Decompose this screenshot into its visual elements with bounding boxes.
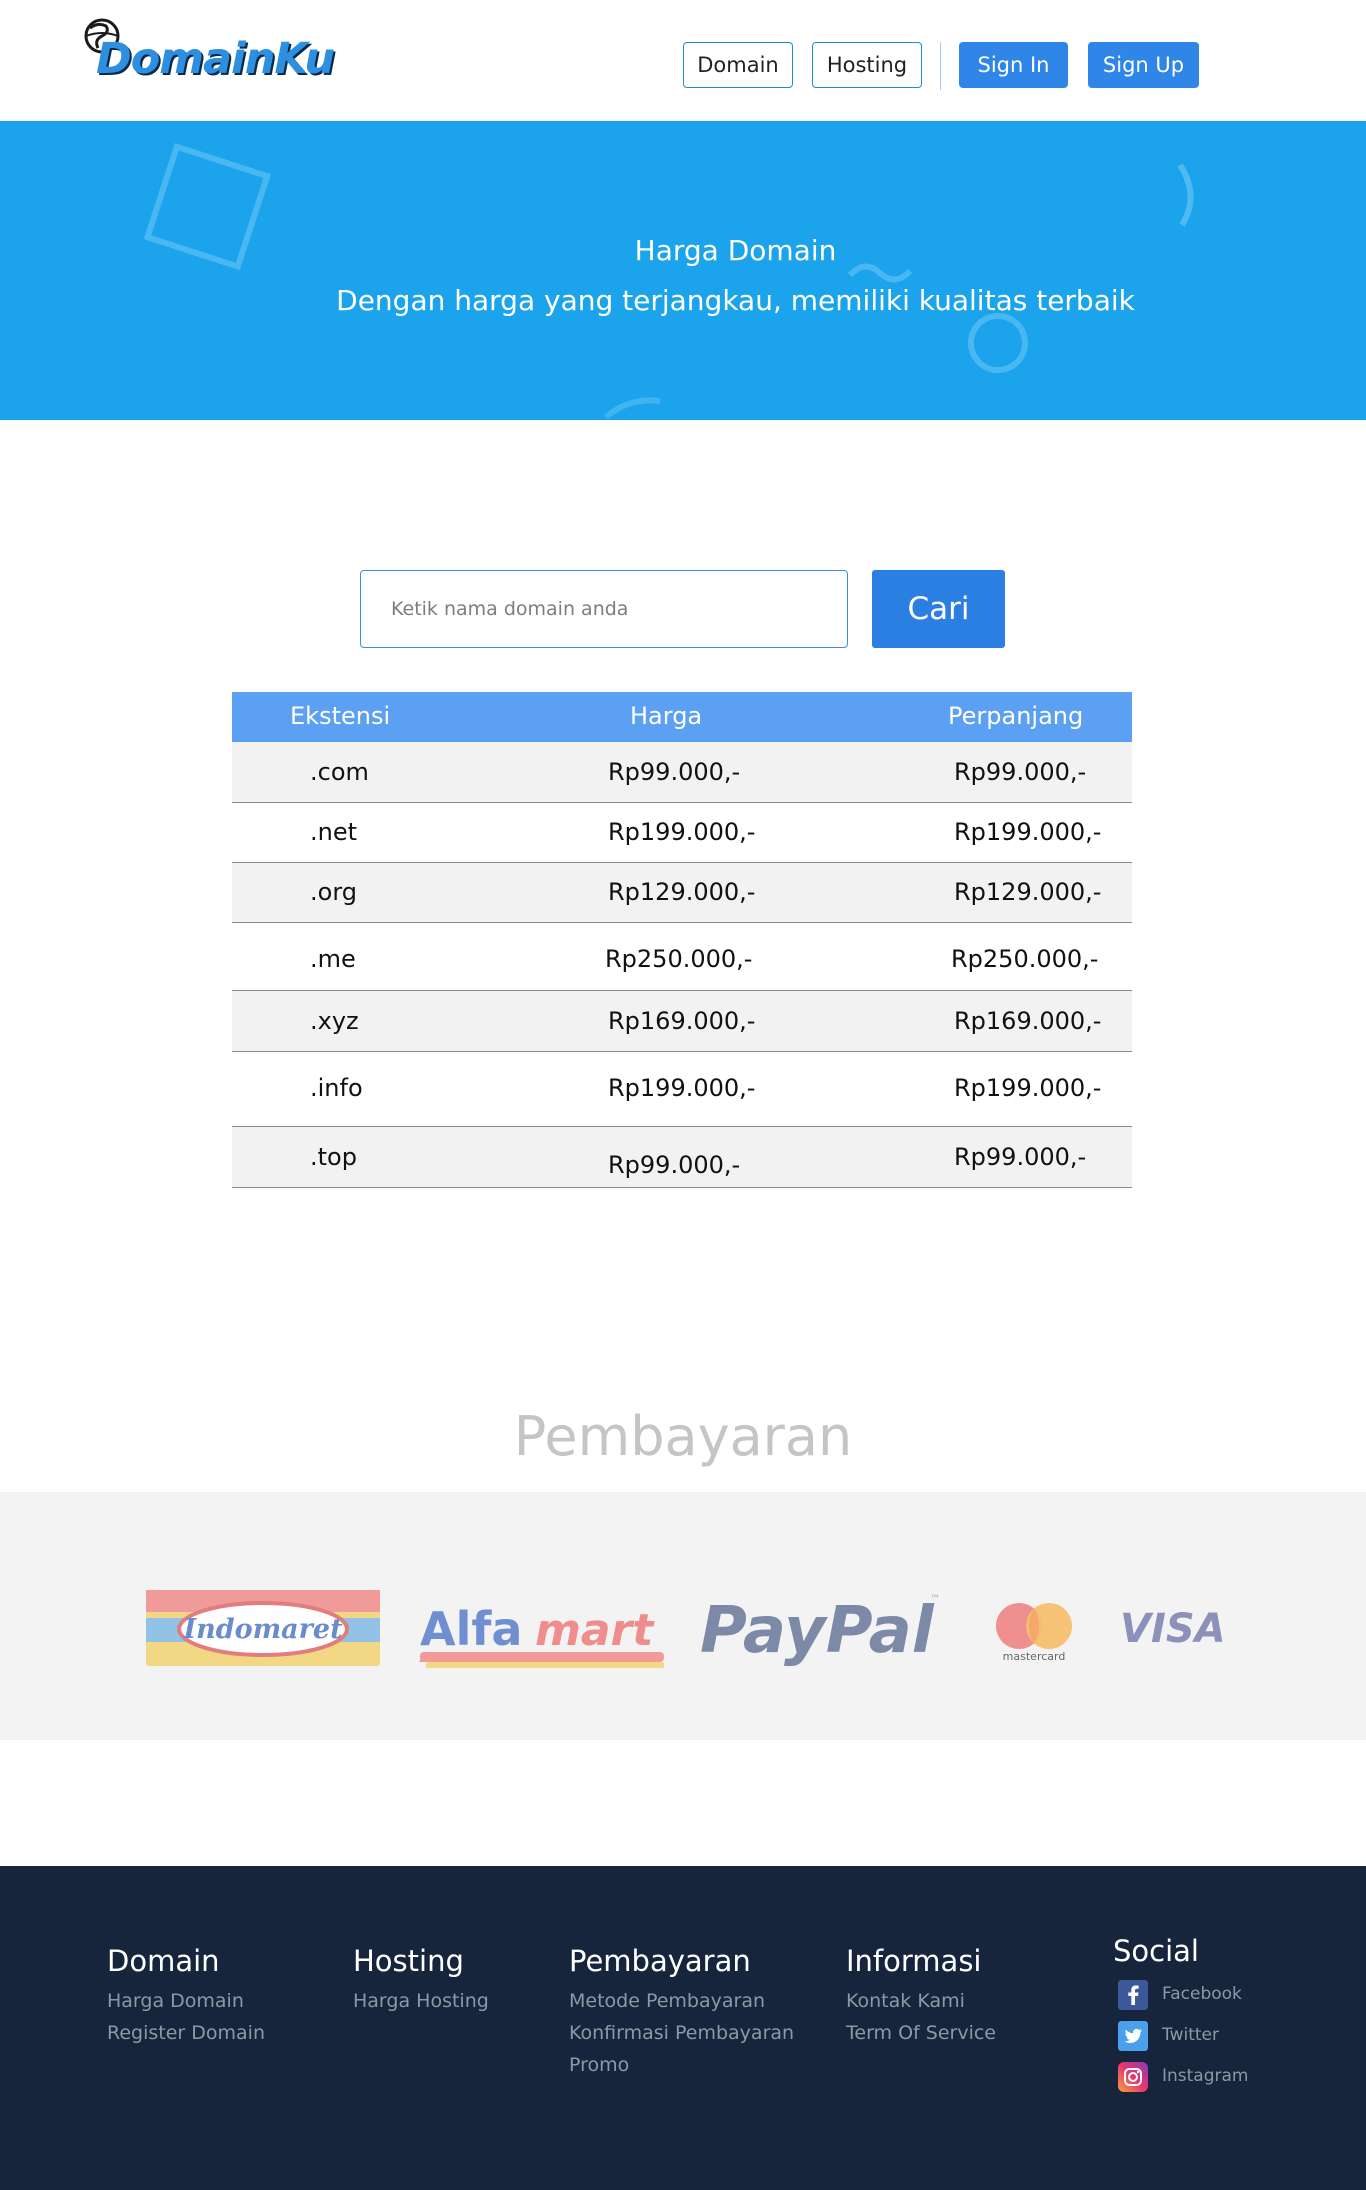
footer-link-harga-domain[interactable]: Harga Domain [107,1990,244,2012]
row-ext: .xyz [310,1007,359,1035]
table-row: .top Rp99.000,- Rp99.000,- [232,1127,1132,1188]
row-ext: .net [310,818,358,846]
mastercard-logo: mastercard [996,1603,1072,1663]
table-row: .net Rp199.000,- Rp199.000,- [232,803,1132,863]
row-renew: Rp129.000,- [954,878,1102,906]
instagram-icon [1118,2062,1148,2092]
payment-logos-band: Indomaret Alfa mart PayPal ™ mastercard … [0,1492,1366,1740]
hero-banner: Harga Domain Dengan harga yang terjangka… [0,121,1366,420]
row-price: Rp169.000,- [608,1007,756,1035]
alfamart-logo: Alfa mart [419,1602,664,1668]
header-ekstensi: Ekstensi [290,702,391,730]
site-logo[interactable]: DomainKu [80,14,340,94]
sign-up-button[interactable]: Sign Up [1088,42,1199,88]
row-renew: Rp250.000,- [951,945,1099,973]
footer-link-konfirmasi-pembayaran[interactable]: Konfirmasi Pembayaran [569,2022,794,2044]
nav-domain-button[interactable]: Domain [683,42,793,88]
footer-link-instagram[interactable]: Instagram [1162,2066,1249,2086]
footer-hosting-title: Hosting [353,1944,464,1978]
visa-logo: VISA [1120,1606,1226,1652]
row-renew: Rp169.000,- [954,1007,1102,1035]
footer-social-title: Social [1113,1934,1199,1968]
row-price: Rp199.000,- [608,1074,756,1102]
row-renew: Rp99.000,- [954,1143,1087,1171]
footer-link-harga-hosting[interactable]: Harga Hosting [353,1990,489,2012]
row-ext: .me [310,945,356,973]
row-price: Rp250.000,- [605,945,753,973]
footer-domain-title: Domain [107,1944,220,1978]
indomaret-logo: Indomaret [146,1590,380,1666]
domain-search-input[interactable] [360,570,848,648]
domain-price-table: Ekstensi Harga Perpanjang .com Rp99.000,… [232,692,1132,1188]
row-ext: .info [310,1074,363,1102]
row-renew: Rp199.000,- [954,1074,1102,1102]
row-price: Rp99.000,- [608,1151,741,1179]
row-renew: Rp99.000,- [954,758,1087,786]
footer-link-promo[interactable]: Promo [569,2054,629,2076]
payment-title: Pembayaran [513,1405,853,1468]
table-header: Ekstensi Harga Perpanjang [232,692,1132,742]
row-renew: Rp199.000,- [954,818,1102,846]
row-ext: .top [310,1143,357,1171]
hero-title: Harga Domain [634,234,837,267]
hero-decoration [143,142,1194,420]
row-ext: .com [310,758,369,786]
table-row: .me Rp250.000,- Rp250.000,- [232,923,1132,991]
footer-link-metode-pembayaran[interactable]: Metode Pembayaran [569,1990,765,2012]
svg-text:Alfa: Alfa [420,1602,522,1656]
footer-link-twitter[interactable]: Twitter [1162,2025,1219,2045]
svg-text:mastercard: mastercard [1003,1650,1066,1663]
logo-text: DomainKu [96,34,335,84]
table-row: .xyz Rp169.000,- Rp169.000,- [232,991,1132,1052]
footer-informasi-title: Informasi [846,1944,982,1978]
svg-text:™: ™ [930,1594,940,1605]
search-button[interactable]: Cari [872,570,1005,648]
header-harga: Harga [630,702,703,730]
row-price: Rp199.000,- [608,818,756,846]
table-row: .info Rp199.000,- Rp199.000,- [232,1052,1132,1127]
table-row: .com Rp99.000,- Rp99.000,- [232,742,1132,803]
svg-text:PayPal: PayPal [700,1594,935,1668]
footer-link-facebook[interactable]: Facebook [1162,1984,1242,2004]
nav-hosting-button[interactable]: Hosting [812,42,922,88]
row-price: Rp129.000,- [608,878,756,906]
svg-text:mart: mart [535,1605,655,1656]
site-header: DomainKu Domain Hosting Sign In Sign Up [0,0,1366,121]
footer-link-register-domain[interactable]: Register Domain [107,2022,265,2044]
header-perpanjang: Perpanjang [948,702,1084,730]
hero-subtitle: Dengan harga yang terjangkau, memiliki k… [336,284,1135,317]
facebook-icon [1118,1980,1148,2010]
row-ext: .org [310,878,357,906]
footer-pembayaran-title: Pembayaran [569,1944,751,1978]
twitter-icon [1118,2021,1148,2051]
footer-link-kontak-kami[interactable]: Kontak Kami [846,1990,965,2012]
nav-divider [940,42,941,90]
paypal-logo: PayPal ™ [700,1594,940,1668]
footer-link-term-of-service[interactable]: Term Of Service [846,2022,996,2044]
svg-text:VISA: VISA [1120,1606,1226,1652]
sign-in-button[interactable]: Sign In [959,42,1068,88]
table-row: .org Rp129.000,- Rp129.000,- [232,863,1132,923]
row-price: Rp99.000,- [608,758,741,786]
site-footer: Domain Harga Domain Register Domain Host… [0,1866,1366,2190]
svg-text:Indomaret: Indomaret [182,1614,343,1645]
payment-logos: Indomaret Alfa mart PayPal ™ mastercard … [146,1590,1226,1668]
